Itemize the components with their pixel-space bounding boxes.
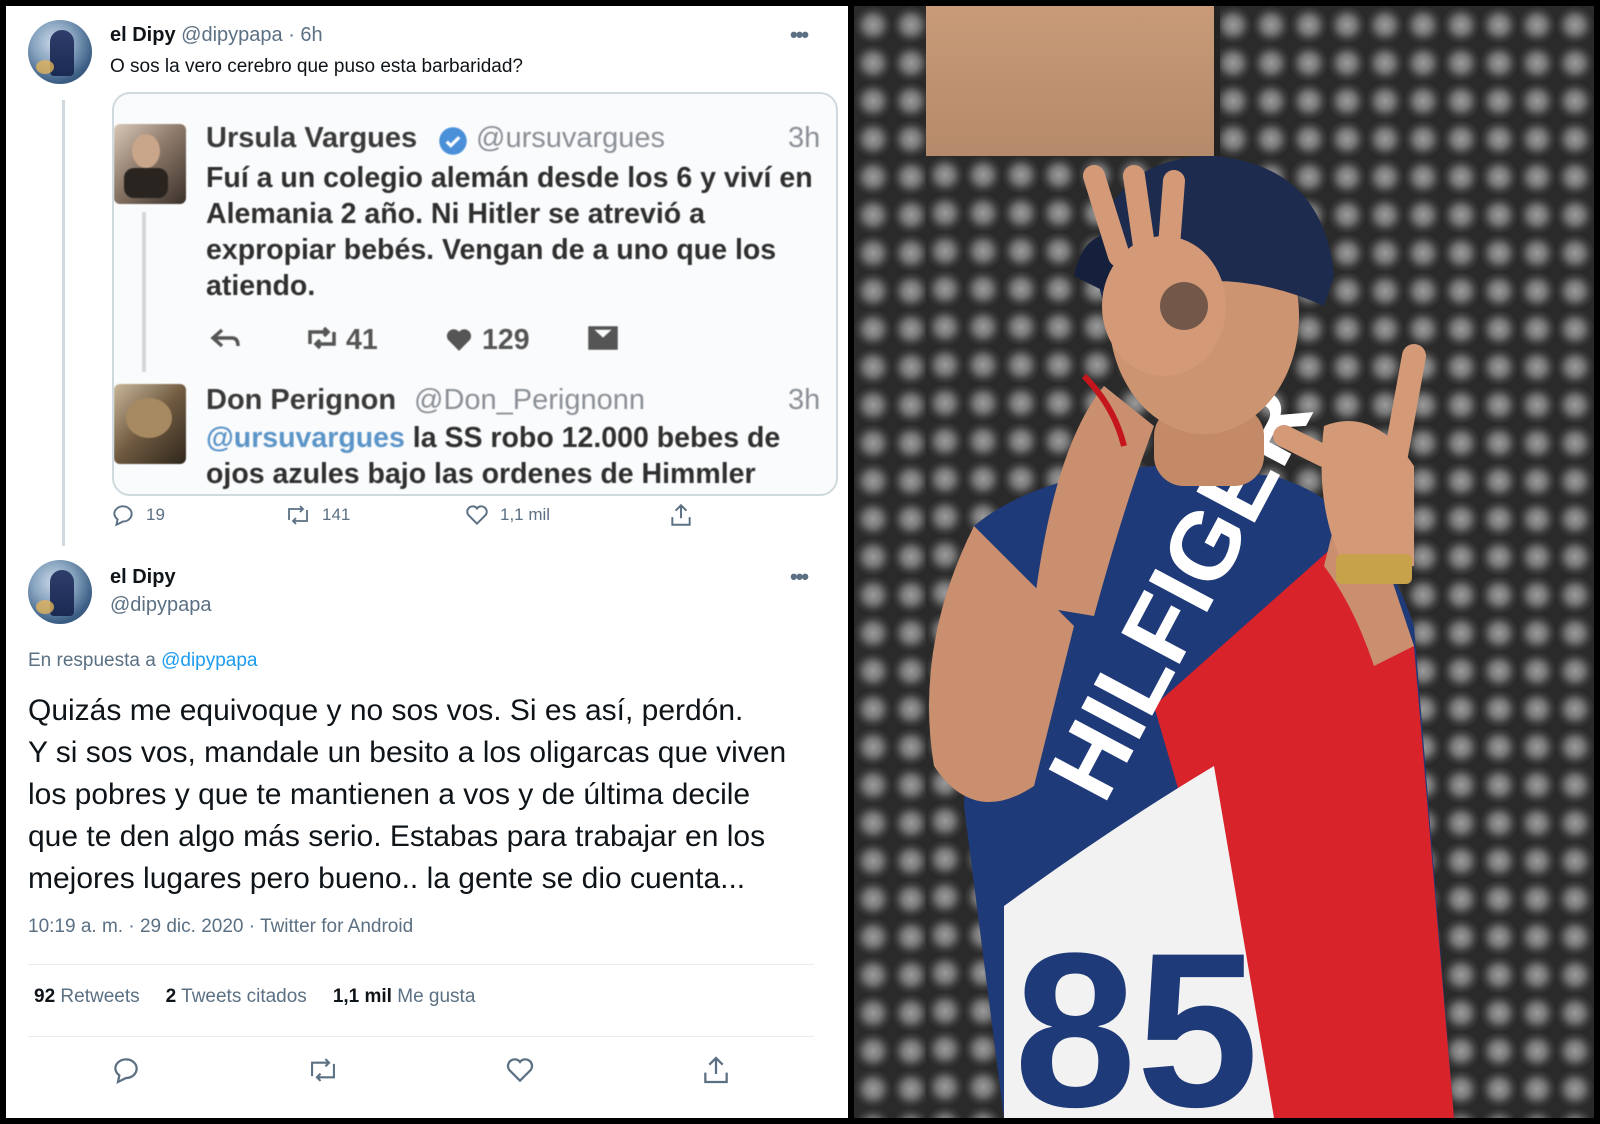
more-icon[interactable]: ••• [790, 22, 809, 48]
tweet1-header: el Dipy @dipypapa · 6h [110, 24, 323, 47]
tweet2-text: Quizás me equivoque y no sos vos. Si es … [28, 690, 828, 900]
shirt-number: 85 [1014, 907, 1259, 1118]
tweet1-reply-count: 19 [146, 505, 165, 524]
verified-icon [439, 127, 467, 155]
don-perignon-avatar [114, 384, 186, 464]
retweet-icon [288, 505, 308, 525]
ursula-likes: 129 [482, 324, 530, 356]
tweet2-text-line: Y si sos vos, mandale un besito a los ol… [28, 736, 787, 769]
likes-stat[interactable]: 1,1 mil Me gusta [333, 986, 476, 1008]
like-icon [446, 329, 472, 351]
ursula-retweets: 41 [346, 324, 378, 356]
retweets-label: Retweets [60, 986, 140, 1007]
embedded-screenshot[interactable]: Ursula Vargues @ursuvargues 3h Fuí a un … [112, 92, 838, 496]
tweet1-author-name[interactable]: el Dipy [110, 24, 176, 46]
ursula-text-line-2: Alemania 2 año. Ni Hitler se atrevió a [206, 198, 705, 230]
tweet2-author-name[interactable]: el Dipy [110, 566, 176, 589]
don-perignon-handle: @Don_Perignonn [414, 384, 645, 416]
tweet2-text-line: Quizás me equivoque y no sos vos. Si es … [28, 694, 744, 727]
like-icon [466, 505, 488, 526]
ursula-text-line-4: atiendo. [206, 270, 316, 302]
retweets-count: 92 [34, 986, 56, 1007]
tweet-panel: el Dipy @dipypapa · 6h ••• O sos la vero… [6, 6, 848, 1118]
tweet1-retweet-button[interactable]: 141 [284, 502, 350, 528]
ursula-text-line-3: expropiar bebés. Vengan de a uno que los [206, 234, 777, 266]
ursula-handle: @ursuvargues [476, 122, 666, 154]
ursula-time: 3h [788, 122, 821, 154]
more-icon[interactable]: ••• [790, 564, 809, 590]
don-perignon-name: Don Perignon [206, 384, 397, 416]
don-perignon-text-rest: la SS robo 12.000 bebes de [404, 422, 781, 454]
tweet1-text: O sos la vero cerebro que puso esta barb… [110, 56, 523, 77]
divider [28, 1036, 814, 1037]
reply-context: En respuesta a @dipypapa [28, 650, 258, 672]
tweet2-text-line: que te den algo más serio. Estabas para … [28, 820, 766, 853]
tweet2-text-line: mejores lugares pero bueno.. la gente se… [28, 862, 746, 895]
retweets-stat[interactable]: 92 Retweets [34, 986, 140, 1008]
quotes-stat[interactable]: 2 Tweets citados [166, 986, 307, 1008]
tweet2-stats: 92 Retweets 2 Tweets citados 1,1 mil Me … [34, 986, 475, 1008]
reply-icon [113, 505, 133, 527]
don-perignon-text-line-1: @ursuvargues la SS robo 12.000 bebes de [206, 420, 780, 456]
ursula-name: Ursula Vargues [206, 122, 418, 154]
likes-label: Me gusta [397, 986, 476, 1007]
retweet-icon [308, 326, 336, 350]
person-photo: HILFIGER 85 [929, 156, 1454, 1118]
ursula-text-line-1: Fuí a un colegio alemán desde los 6 y vi… [206, 162, 813, 194]
ursula-avatar [114, 124, 186, 204]
share-icon [671, 503, 691, 526]
tweet1-avatar[interactable] [28, 20, 92, 84]
tweet1-time[interactable]: · 6h [288, 24, 322, 46]
tweet2-avatar[interactable] [28, 560, 92, 624]
quotes-count: 2 [165, 986, 177, 1007]
reply-icon [210, 328, 240, 348]
thread-line [62, 100, 65, 546]
tweet1-like-button[interactable]: 1,1 mil [464, 502, 550, 528]
mention-link: @ursuvargues [206, 422, 405, 454]
photo-panel: HILFIGER 85 [854, 6, 1594, 1118]
reply-prefix: En respuesta a [28, 650, 156, 671]
embedded-thread-line [142, 212, 146, 372]
tweet1-handle[interactable]: @dipypapa [181, 24, 282, 46]
retweet-icon[interactable] [306, 1054, 340, 1086]
tweet1-reply-button[interactable]: 19 [110, 502, 165, 528]
reply-to-link[interactable]: @dipypapa [161, 650, 257, 671]
tweet1-retweet-count: 141 [322, 505, 351, 524]
tweet1-like-count: 1,1 mil [500, 505, 551, 524]
tweet2-text-line: los pobres y que te mantienen a vos y de… [28, 778, 751, 811]
don-perignon-text-line-2: ojos azules bajo las ordenes de Himmler [206, 458, 756, 490]
tweet1-share-button[interactable] [668, 502, 694, 528]
dm-icon [588, 326, 618, 350]
like-icon[interactable] [504, 1054, 536, 1086]
tweet2-handle[interactable]: @dipypapa [110, 594, 211, 617]
tweet2-timestamp[interactable]: 10:19 a. m. · 29 dic. 2020 · Twitter for… [28, 916, 413, 938]
reply-icon[interactable] [110, 1054, 142, 1086]
likes-count: 1,1 mil [332, 986, 392, 1007]
quotes-label: Tweets citados [181, 986, 307, 1007]
don-perignon-time: 3h [788, 384, 821, 416]
divider [28, 964, 814, 965]
share-icon[interactable] [700, 1054, 732, 1086]
